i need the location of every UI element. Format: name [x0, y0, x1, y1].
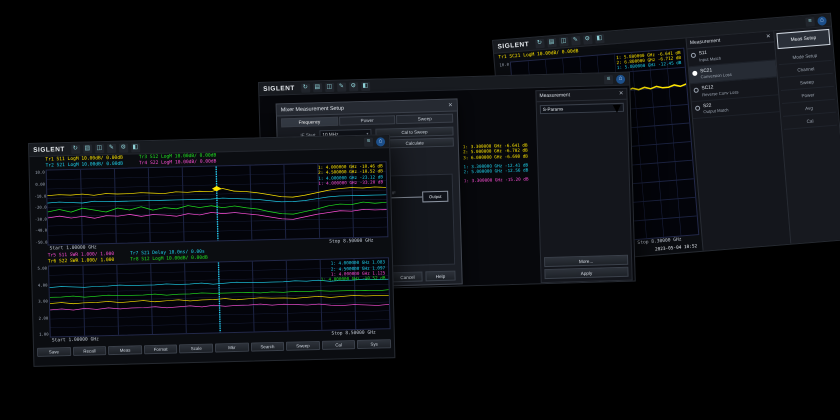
- marker-readout: 1: 4.000000 GHz -10.46 dB 2: 4.500000 GH…: [318, 165, 383, 188]
- toolbar-search-button[interactable]: Search: [251, 342, 285, 352]
- y-tick: 0.00: [34, 182, 45, 186]
- reset-icon[interactable]: ↻: [301, 83, 310, 92]
- marker-readout: 1: 4.000000 GHz 1.083 2: 4.500000 GHz 1.…: [320, 261, 385, 284]
- display-icon[interactable]: ◧: [595, 34, 605, 44]
- meas-name: Output Match: [703, 107, 728, 114]
- trace-plot-1[interactable]: 1: 4.000000 GHz -10.46 dB 2: 4.500000 GH…: [46, 161, 389, 245]
- axis-start: Start 1.00000 GHz: [52, 338, 99, 344]
- y-tick: 10.0: [498, 62, 509, 67]
- close-icon[interactable]: ✕: [766, 34, 771, 40]
- edit-icon[interactable]: ✎: [571, 35, 581, 45]
- toolbar-recall-button[interactable]: Recall: [73, 347, 107, 357]
- select-value: S-Params: [543, 106, 564, 112]
- toolbar-sweep-button[interactable]: Sweep: [286, 341, 320, 351]
- more-button[interactable]: More...: [544, 255, 628, 267]
- toolbar-cal-button[interactable]: Cal: [322, 340, 356, 350]
- y-tick: -30.0: [35, 217, 46, 221]
- marker-line: 1: 3.300000 GHz -15.20 dB: [464, 178, 529, 185]
- softkey-meas-setup[interactable]: Meas Setup: [776, 29, 830, 49]
- tab-power[interactable]: Power: [339, 115, 396, 126]
- titlebar-spacer: [143, 142, 361, 147]
- meas-name: Input Match: [699, 55, 721, 62]
- close-icon[interactable]: ✕: [448, 102, 453, 108]
- window-trace-display: SIGLENT ↻ ▤ ◫ ✎ ⚙ ◧ ≡ ⌂ Tr1 S11 LogM 10.…: [28, 134, 395, 367]
- siglent-logo: SIGLENT: [33, 146, 65, 154]
- panel-title: Measurement: [690, 38, 721, 46]
- save-icon[interactable]: ▤: [547, 37, 557, 47]
- save-icon[interactable]: ▤: [313, 83, 322, 92]
- y-tick: -40.0: [35, 229, 46, 233]
- toolbar-marker-button[interactable]: Mkr: [215, 343, 249, 353]
- radio-icon: [693, 88, 698, 93]
- diagram-output-box: Output: [422, 191, 448, 203]
- measurement-panel: Measurement ✕ S-Params ▾ More... Apply: [535, 88, 632, 283]
- y-tick: 5.00: [36, 267, 47, 271]
- reset-icon[interactable]: ↻: [535, 38, 545, 48]
- help-button[interactable]: Help: [425, 271, 455, 282]
- edit-icon[interactable]: ✎: [107, 143, 116, 152]
- radio-icon: [691, 53, 696, 58]
- trace-plot-2[interactable]: 1: 4.000000 GHz 1.083 2: 4.500000 GHz 1.…: [48, 258, 391, 338]
- siglent-logo: SIGLENT: [263, 84, 295, 92]
- toolbar-save-button[interactable]: Save: [37, 347, 71, 357]
- screenshot-icon[interactable]: ◫: [95, 144, 104, 153]
- y-tick: 2.00: [37, 316, 48, 320]
- home-icon[interactable]: ⌂: [817, 16, 827, 26]
- menu-icon[interactable]: ≡: [805, 17, 815, 27]
- tab-sweep[interactable]: Sweep: [396, 114, 453, 125]
- display-icon[interactable]: ◧: [361, 81, 370, 90]
- chart-block-2: 5.00 4.00 3.00 2.00 1.00 1: 4.000000 GHz…: [35, 258, 391, 339]
- settings-icon[interactable]: ⚙: [583, 34, 593, 44]
- apply-button[interactable]: Apply: [544, 267, 628, 279]
- panel-title: Measurement: [539, 92, 570, 99]
- settings-icon[interactable]: ⚙: [119, 143, 128, 152]
- cancel-button[interactable]: Cancel: [392, 271, 422, 282]
- display-icon[interactable]: ◧: [131, 143, 140, 152]
- home-icon[interactable]: ⌂: [376, 137, 385, 146]
- y-tick: -10.0: [34, 194, 45, 198]
- home-icon[interactable]: ⌂: [616, 74, 625, 83]
- tab-frequency[interactable]: Frequency: [281, 117, 338, 128]
- chart-block-1: 10.0 0.00 -10.0 -20.0 -30.0 -40.0 -50.0 …: [33, 161, 389, 246]
- radio-icon: [692, 70, 697, 75]
- save-icon[interactable]: ▤: [83, 144, 92, 153]
- chevron-down-icon: ▾: [613, 97, 622, 117]
- titlebar-spacer: [373, 79, 601, 85]
- y-tick: 1.00: [38, 333, 49, 337]
- toolbar-sys-button[interactable]: Sys: [357, 340, 391, 350]
- softkey-item[interactable]: Cal: [783, 113, 837, 130]
- siglent-logo: SIGLENT: [497, 41, 529, 51]
- y-tick: 10.0: [34, 171, 45, 175]
- y-tick: 3.00: [37, 300, 48, 304]
- toolbar-format-button[interactable]: Format: [144, 345, 178, 355]
- y-tick: 4.00: [36, 283, 47, 287]
- clock: 2023-05-04 10:52: [655, 244, 698, 252]
- meas-name: Conversion Loss: [700, 72, 732, 79]
- measurement-panel: Measurement ✕ S11 Input Match SC21 Conve…: [686, 31, 791, 250]
- desktop: SIGLENT ↻ ▤ ◫ ✎ ⚙ ◧ ≡ ⌂ Tr1 SC21 LogM 10…: [0, 0, 840, 420]
- radio-icon: [695, 105, 700, 110]
- reset-icon[interactable]: ↻: [71, 144, 80, 153]
- y-tick: -50.0: [35, 241, 46, 245]
- close-icon[interactable]: ✕: [619, 91, 624, 97]
- screenshot-icon[interactable]: ◫: [325, 82, 334, 91]
- category-select[interactable]: S-Params ▾: [540, 103, 624, 114]
- menu-icon[interactable]: ≡: [364, 137, 373, 146]
- menu-icon[interactable]: ≡: [604, 75, 613, 84]
- screenshot-icon[interactable]: ◫: [559, 36, 569, 46]
- toolbar-meas-button[interactable]: Meas: [108, 346, 142, 356]
- edit-icon[interactable]: ✎: [337, 82, 346, 91]
- dialog-title: Mixer Measurement Setup: [281, 102, 448, 113]
- panel-actions: More... Apply: [544, 255, 629, 279]
- y-tick: -20.0: [35, 206, 46, 210]
- axis-stop: Stop 8.50000 GHz: [331, 331, 375, 337]
- if-label: IF: [392, 190, 396, 195]
- settings-icon[interactable]: ⚙: [349, 82, 358, 91]
- marker-readout: 1: 3.300000 GHz -6.641 dB 2: 5.000000 GH…: [463, 143, 529, 185]
- toolbar-scale-button[interactable]: Scale: [179, 344, 213, 354]
